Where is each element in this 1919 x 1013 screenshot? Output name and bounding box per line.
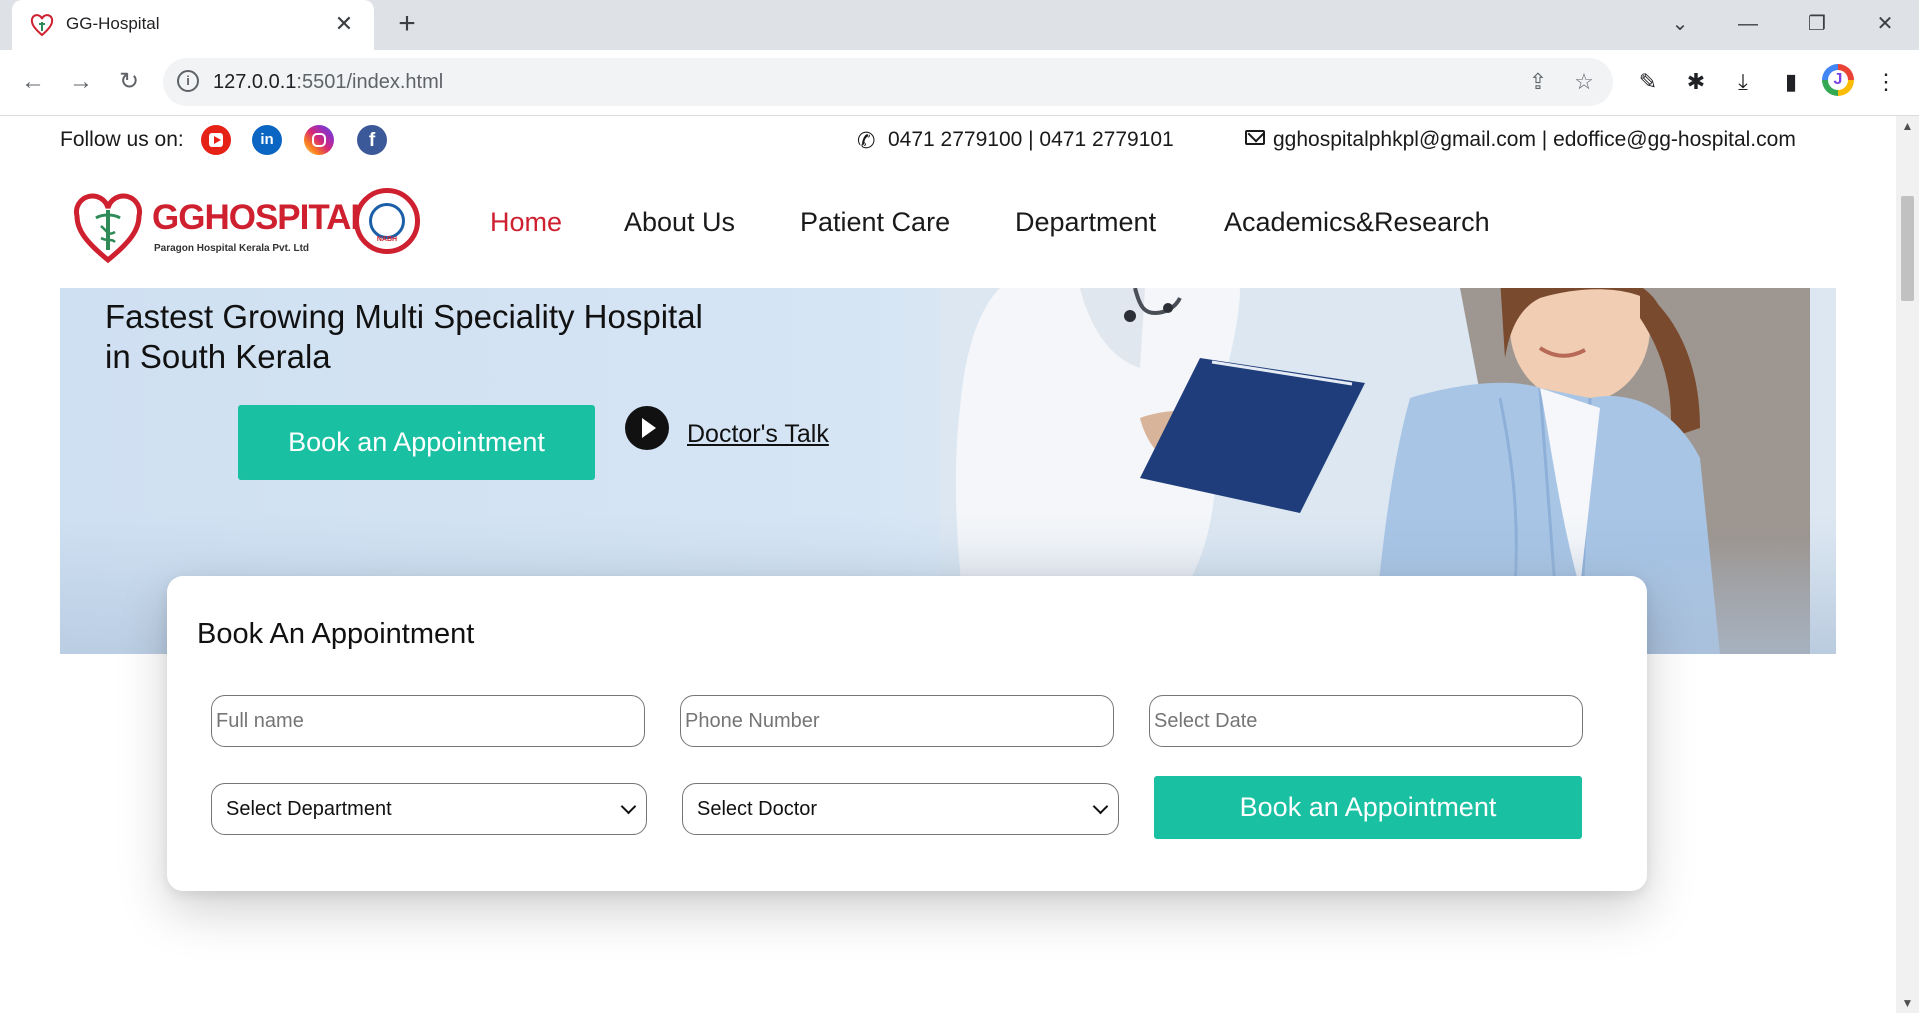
hospital-favicon-icon xyxy=(30,14,54,37)
menu-dots-icon[interactable]: ⋮ xyxy=(1868,64,1904,100)
minimize-icon[interactable]: — xyxy=(1728,6,1768,42)
close-tab-icon[interactable]: ✕ xyxy=(330,10,358,38)
chevron-down-icon xyxy=(1092,798,1109,815)
nabh-seal-ring xyxy=(369,203,405,239)
nav-home[interactable]: Home xyxy=(490,207,562,238)
appointment-card: Book An Appointment Select Department Se… xyxy=(167,576,1647,891)
phone-numbers: 0471 2779100 | 0471 2779101 xyxy=(888,128,1174,151)
doctor-select-value: Select Doctor xyxy=(697,798,818,820)
logo-wordmark: GGHOSPITAL xyxy=(152,198,372,237)
department-select-value: Select Department xyxy=(226,798,392,820)
linkedin-icon[interactable]: in xyxy=(252,125,282,155)
nav-patient-care[interactable]: Patient Care xyxy=(800,207,950,238)
new-tab-icon[interactable]: + xyxy=(390,8,424,42)
profile-letter: J xyxy=(1828,70,1848,90)
tab-title: GG-Hospital xyxy=(66,14,160,33)
download-icon[interactable]: ⤓ xyxy=(1725,64,1761,100)
play-icon[interactable] xyxy=(625,406,669,450)
share-icon[interactable]: ⇪ xyxy=(1523,67,1553,97)
doctors-talk-link[interactable]: Doctor's Talk xyxy=(687,420,829,449)
browser-tab-strip: GG-Hospital ✕ + ⌄ — ❐ ✕ xyxy=(0,0,1919,50)
extensions-icon[interactable]: ✱ xyxy=(1678,64,1714,100)
select-date-input[interactable] xyxy=(1149,695,1583,747)
phone-icon: ✆ xyxy=(857,128,876,153)
instagram-icon[interactable] xyxy=(304,125,334,155)
bookmark-star-icon[interactable]: ☆ xyxy=(1569,67,1599,97)
full-name-input[interactable] xyxy=(211,695,645,747)
email-addresses: gghospitalphkpl@gmail.com | edoffice@gg-… xyxy=(1273,128,1796,151)
hero-tagline-line2: in South Kerala xyxy=(105,338,331,375)
hospital-logo[interactable]: GGHOSPITAL Paragon Hospital Kerala Pvt. … xyxy=(74,188,434,268)
follow-label: Follow us on: xyxy=(60,128,184,151)
nav-academics-research[interactable]: Academics&Research xyxy=(1224,207,1490,238)
scroll-up-icon[interactable]: ▲ xyxy=(1896,116,1919,136)
address-bar[interactable]: i 127.0.0.1:5501/index.html ⇪ ☆ xyxy=(163,58,1613,106)
forward-icon[interactable]: → xyxy=(63,64,99,100)
site-info-icon[interactable]: i xyxy=(177,70,199,92)
logo-subtitle: Paragon Hospital Kerala Pvt. Ltd xyxy=(154,243,310,254)
tab-search-icon[interactable]: ⌄ xyxy=(1660,6,1700,42)
youtube-icon[interactable] xyxy=(201,125,231,155)
eyedropper-icon[interactable]: ✎ xyxy=(1630,64,1666,100)
nav-department[interactable]: Department xyxy=(1015,207,1156,238)
nabh-seal-icon: NABH xyxy=(354,188,420,254)
appointment-title: Book An Appointment xyxy=(197,618,475,650)
browser-tab[interactable]: GG-Hospital ✕ xyxy=(12,0,374,50)
window-close-icon[interactable]: ✕ xyxy=(1865,6,1905,42)
hero-book-appointment-button[interactable]: Book an Appointment xyxy=(238,405,595,480)
mail-icon xyxy=(1245,130,1265,145)
browser-toolbar: ← → ↻ i 127.0.0.1:5501/index.html ⇪ ☆ ✎ … xyxy=(0,50,1919,116)
phone-number-input[interactable] xyxy=(680,695,1114,747)
url-text: 127.0.0.1:5501/index.html xyxy=(213,71,444,93)
nav-about-us[interactable]: About Us xyxy=(624,207,735,238)
chevron-down-icon xyxy=(620,798,637,815)
hero-tagline-line1: Fastest Growing Multi Speciality Hospita… xyxy=(105,298,703,335)
scroll-down-icon[interactable]: ▼ xyxy=(1896,993,1919,1013)
department-select[interactable]: Select Department xyxy=(211,783,647,835)
nabh-seal-text: NABH xyxy=(376,236,398,243)
doctor-select[interactable]: Select Doctor xyxy=(682,783,1119,835)
profile-avatar[interactable]: J xyxy=(1822,64,1854,96)
back-icon[interactable]: ← xyxy=(15,64,51,100)
page-scrollbar[interactable]: ▲ ▼ xyxy=(1896,116,1919,1013)
heart-caduceus-icon xyxy=(74,193,142,264)
side-panel-icon[interactable]: ▮ xyxy=(1773,64,1809,100)
submit-appointment-button[interactable]: Book an Appointment xyxy=(1154,776,1582,839)
facebook-icon[interactable]: f xyxy=(357,125,387,155)
reload-icon[interactable]: ↻ xyxy=(111,64,147,100)
restore-icon[interactable]: ❐ xyxy=(1797,6,1837,42)
scroll-thumb[interactable] xyxy=(1901,196,1914,301)
